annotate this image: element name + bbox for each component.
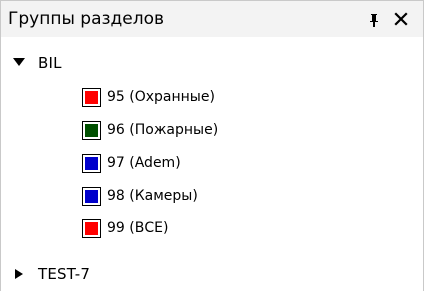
panel-header: Группы разделов (1, 1, 423, 38)
color-swatch (82, 154, 101, 173)
color-swatch-fill (85, 124, 98, 137)
tree-child-label: 99 (ВСЕ) (107, 220, 169, 236)
tree-child-item-95[interactable]: 95 (Охранные) (1, 84, 423, 110)
tree-child-label: 98 (Камеры) (107, 188, 198, 204)
tree-node-label: TEST-7 (38, 265, 91, 283)
pin-icon[interactable] (368, 13, 380, 27)
section-group-tree: BIL 95 (Охранные) 96 (Пожарные) 97 (Adem… (1, 37, 423, 291)
color-swatch (82, 121, 101, 140)
tree-child-item-96[interactable]: 96 (Пожарные) (1, 117, 423, 143)
close-icon[interactable] (393, 11, 409, 27)
color-swatch (82, 187, 101, 206)
color-swatch (82, 219, 101, 238)
tree-child-label: 97 (Adem) (107, 155, 181, 171)
color-swatch-fill (85, 91, 98, 104)
tree-node-label: BIL (38, 54, 62, 72)
color-swatch-fill (85, 222, 98, 235)
tree-child-item-99[interactable]: 99 (ВСЕ) (1, 215, 423, 241)
tree-node-test-7[interactable]: TEST-7 (1, 261, 423, 287)
collapsed-arrow-icon[interactable] (13, 269, 25, 279)
tree-child-item-98[interactable]: 98 (Камеры) (1, 183, 423, 209)
tree-node-bil[interactable]: BIL (1, 50, 423, 76)
panel-title: Группы разделов (8, 9, 165, 29)
expanded-arrow-icon[interactable] (13, 58, 25, 68)
color-swatch (82, 88, 101, 107)
color-swatch-fill (85, 157, 98, 170)
section-groups-panel: Группы разделов BIL 95 (Охранные) 96 (По… (0, 0, 424, 291)
tree-child-item-97[interactable]: 97 (Adem) (1, 150, 423, 176)
tree-child-label: 96 (Пожарные) (107, 122, 219, 138)
color-swatch-fill (85, 190, 98, 203)
tree-child-label: 95 (Охранные) (107, 89, 215, 105)
